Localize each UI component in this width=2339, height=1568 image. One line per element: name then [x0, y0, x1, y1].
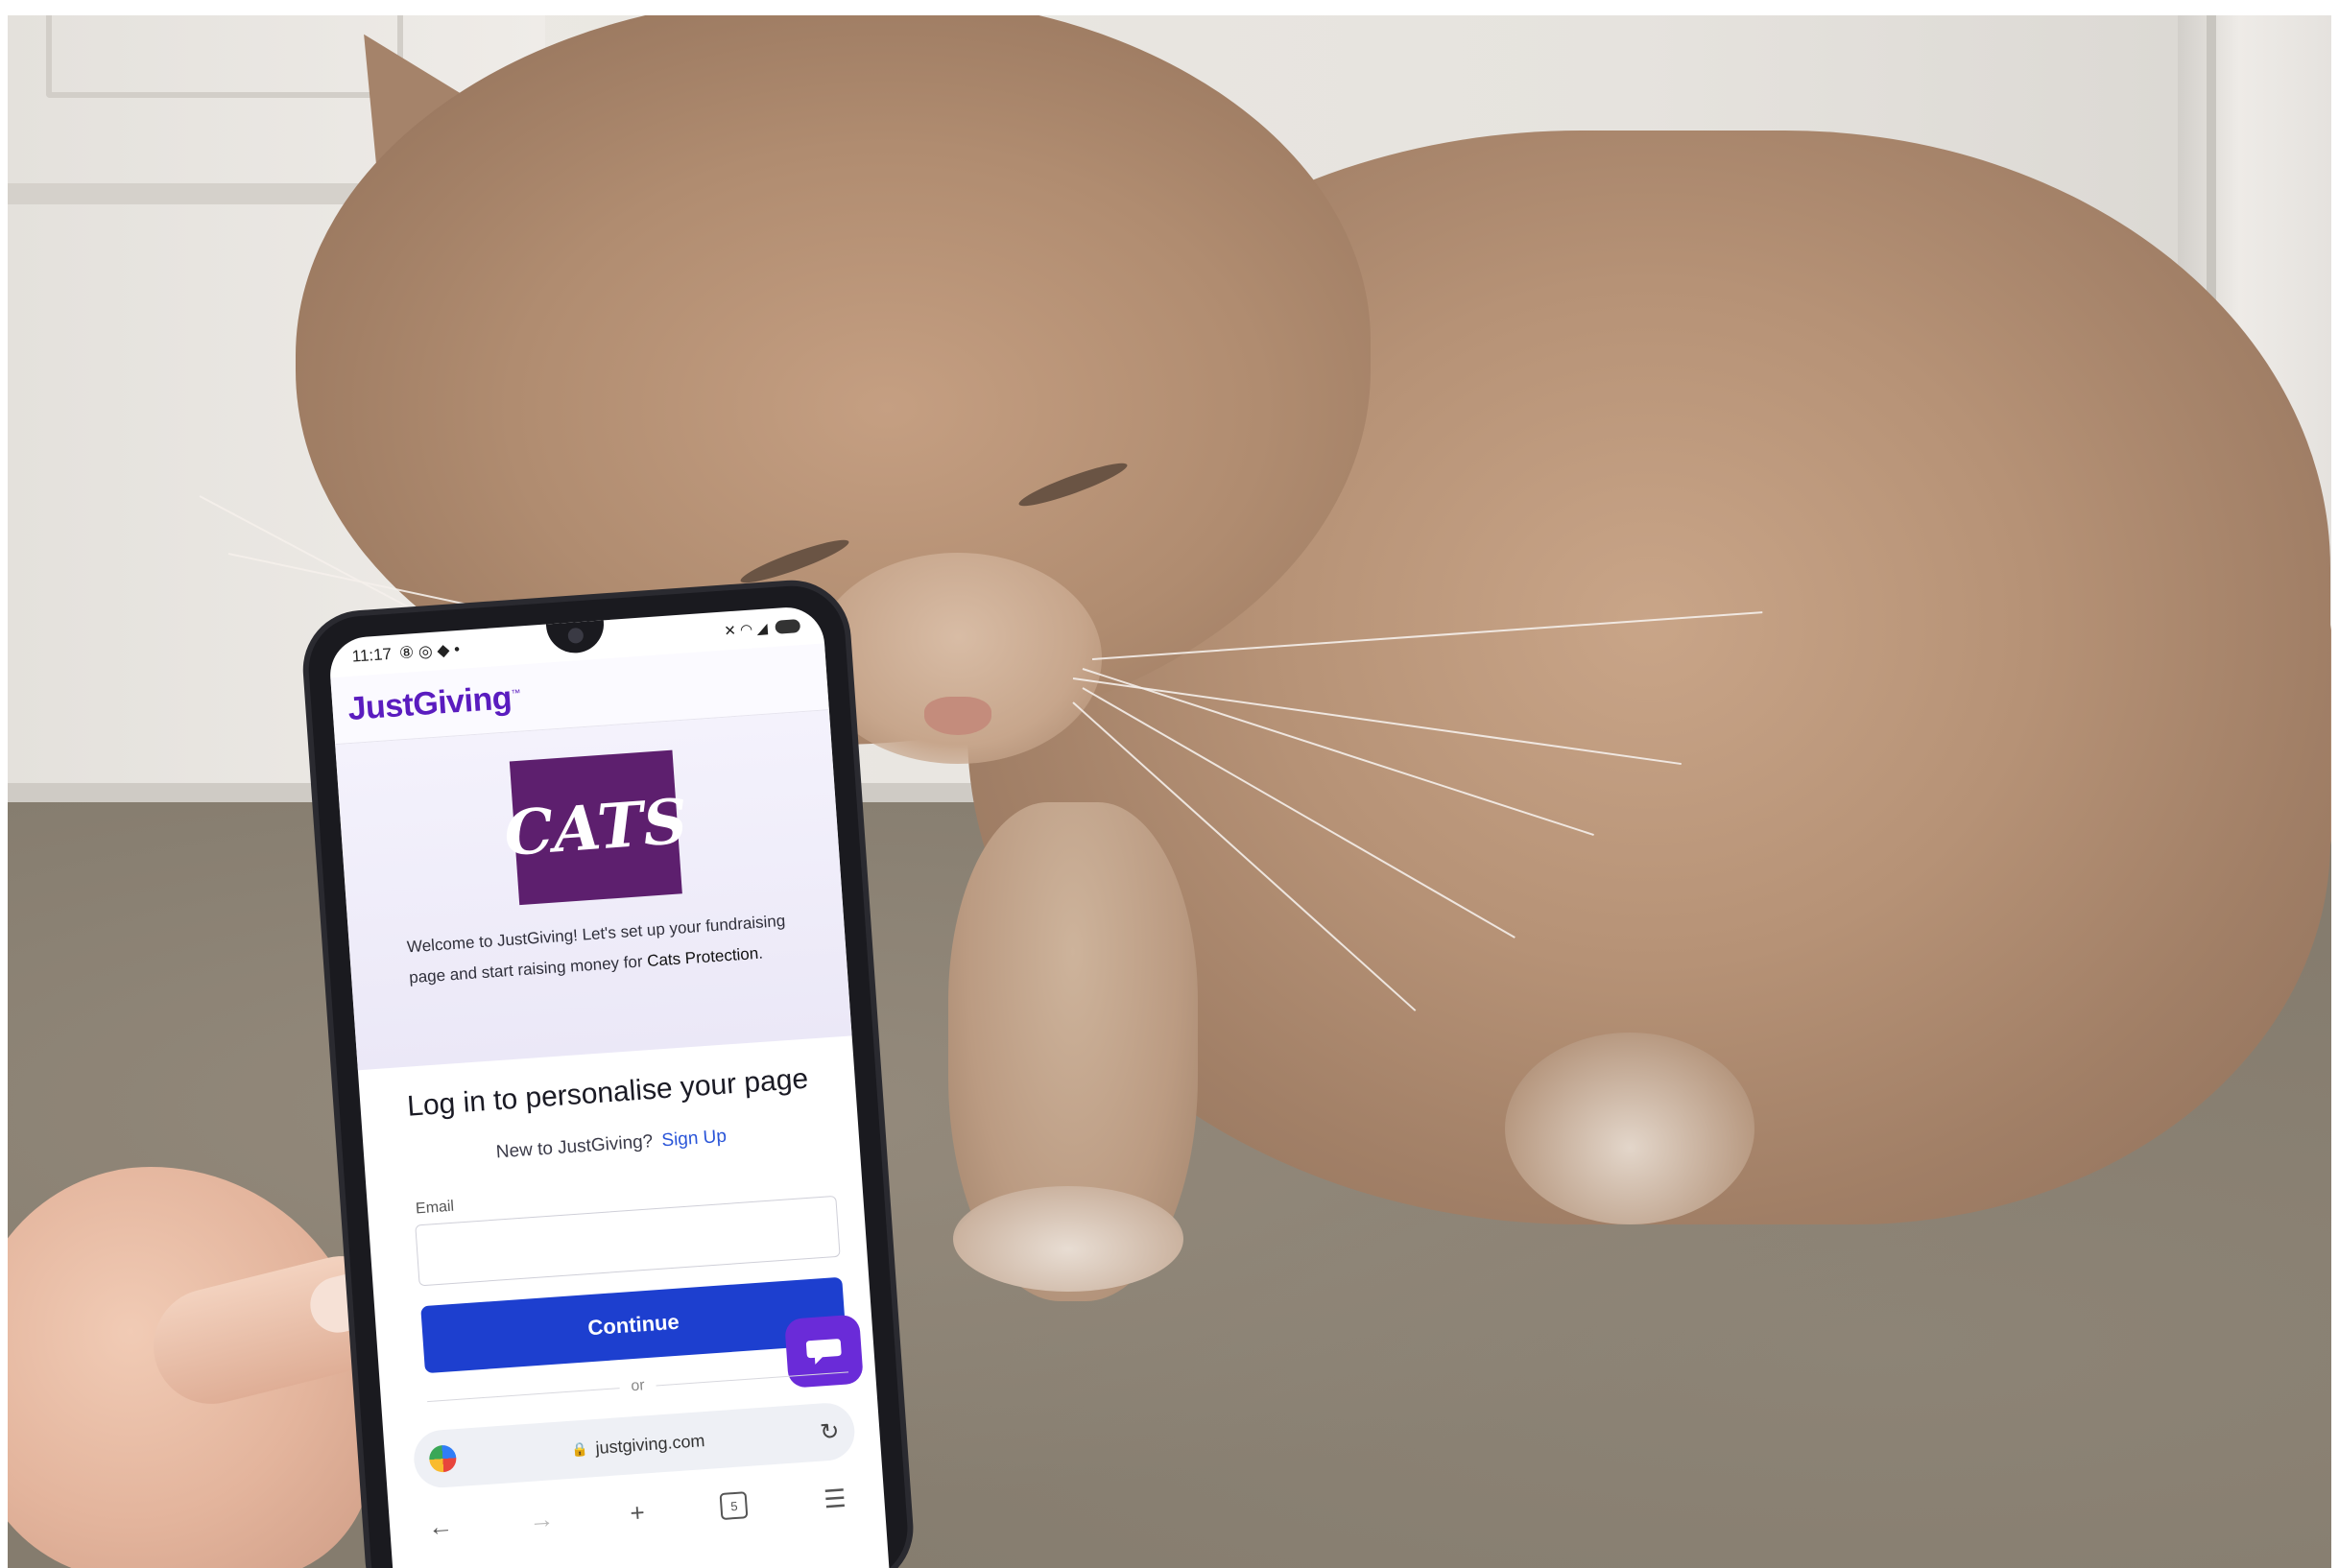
cat-nose	[924, 697, 991, 735]
email-field[interactable]	[415, 1195, 841, 1287]
url-text: 🔒 justgiving.com	[570, 1431, 705, 1461]
login-title: Log in to personalise your page	[406, 1062, 810, 1123]
status-time: 11:17	[351, 644, 393, 666]
cat-back-paw	[1505, 1033, 1754, 1224]
tabs-icon[interactable]: 5	[719, 1491, 749, 1521]
welcome-text: Welcome to JustGiving! Let's set up your…	[406, 911, 786, 987]
email-label: Email	[415, 1198, 455, 1218]
forward-icon[interactable]: →	[528, 1504, 555, 1535]
status-right: ✕ ◠ ◢	[724, 617, 801, 640]
status-left: 11:17 ⑧ ◎ ◆ •	[351, 640, 461, 667]
brand-name: JustGiving	[346, 679, 513, 728]
charity-logo: CATS	[502, 749, 690, 906]
or-divider: or	[426, 1363, 849, 1410]
signup-line: New to JustGiving? Sign Up	[364, 1117, 859, 1173]
new-tab-icon[interactable]: +	[629, 1497, 645, 1528]
reload-icon[interactable]: ↻	[819, 1417, 840, 1446]
continue-button[interactable]: Continue	[420, 1276, 847, 1374]
menu-icon[interactable]: ☰	[823, 1483, 847, 1514]
divider-line	[427, 1387, 620, 1402]
back-icon[interactable]: ←	[427, 1510, 454, 1542]
or-label: or	[630, 1377, 646, 1395]
browser-assistant-icon[interactable]	[428, 1444, 458, 1474]
signup-link[interactable]: Sign Up	[661, 1127, 728, 1152]
hero-section: CATS Welcome to JustGiving! Let's set up…	[335, 710, 852, 1071]
phone-screen: 11:17 ⑧ ◎ ◆ • ✕ ◠ ◢ JustGiving™ CATS Wel…	[327, 605, 890, 1568]
brand-trademark: ™	[511, 688, 521, 700]
brand-logo[interactable]: JustGiving™	[346, 679, 521, 728]
cat-paw	[953, 1186, 1183, 1292]
photo: 11:17 ⑧ ◎ ◆ • ✕ ◠ ◢ JustGiving™ CATS Wel…	[8, 15, 2331, 1568]
signup-prompt: New to JustGiving?	[495, 1131, 654, 1163]
url: justgiving.com	[594, 1430, 706, 1458]
battery-icon	[775, 619, 801, 634]
lock-icon: 🔒	[570, 1440, 589, 1458]
charity-name: Cats Protection	[646, 943, 759, 970]
notification-icons: ⑧ ◎ ◆ •	[398, 639, 461, 663]
phone: 11:17 ⑧ ◎ ◆ • ✕ ◠ ◢ JustGiving™ CATS Wel…	[305, 582, 912, 1568]
signal-icons: ✕ ◠ ◢	[723, 620, 769, 640]
